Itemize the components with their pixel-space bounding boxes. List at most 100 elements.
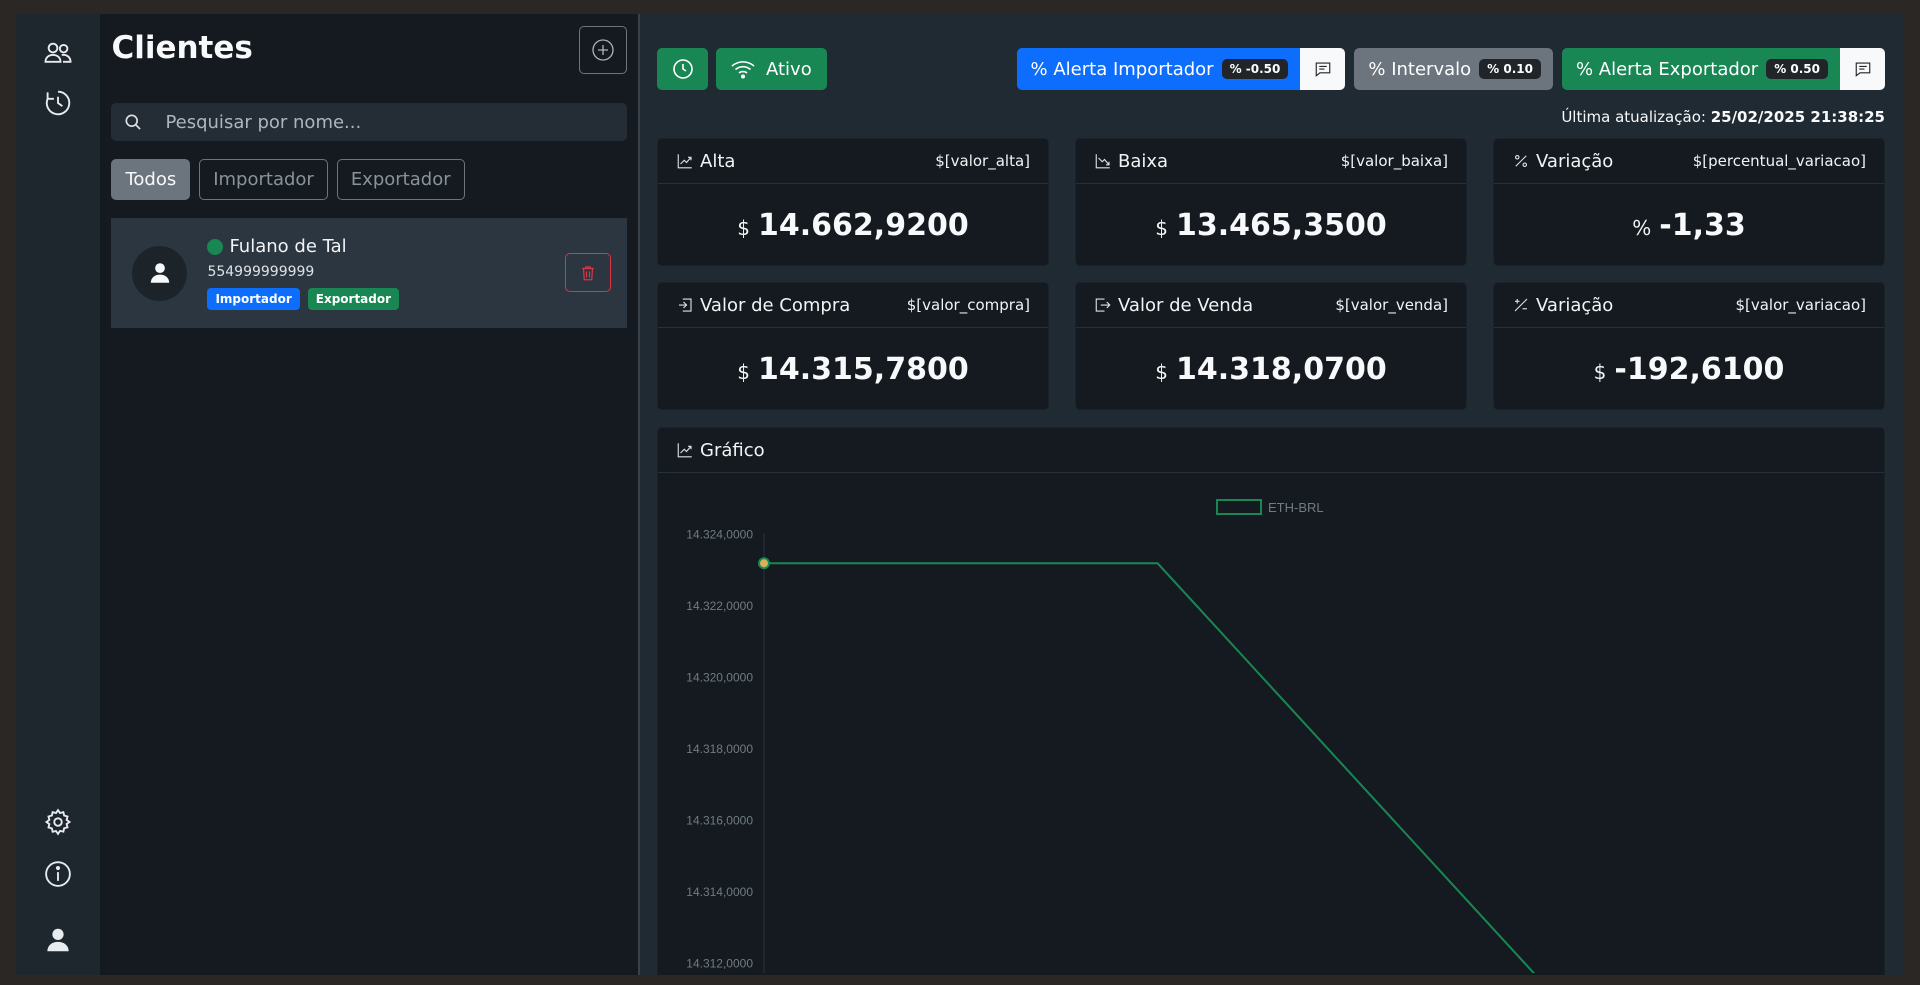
message-icon <box>1315 62 1331 77</box>
card-template: $[percentual_variacao] <box>1692 152 1866 170</box>
history-icon <box>46 90 71 116</box>
avatar <box>132 245 188 301</box>
nav-settings-button[interactable] <box>40 807 76 837</box>
series-eth-brl <box>758 557 1536 973</box>
dashboard: Ativo % Alerta Importador % -0.50 % Inte… <box>640 14 1903 975</box>
trash-icon <box>582 265 595 280</box>
percent-icon <box>1514 154 1528 168</box>
card-valor-venda: Valor de Venda $[valor_venda] $ 14.318,0… <box>1075 282 1467 410</box>
search-input[interactable] <box>165 111 606 133</box>
client-filters: Todos Importador Exportador <box>111 159 627 200</box>
y-tick-label: 14.314,0000 <box>686 885 753 899</box>
clients-title: Clientes <box>111 30 253 66</box>
card-value: 14.315,7800 <box>758 351 969 387</box>
card-template: $[valor_venda] <box>1335 296 1448 314</box>
card-template: $[valor_alta] <box>935 152 1030 170</box>
app-window: Clientes Todos Importador Exportador Ful… <box>16 14 1903 975</box>
client-phone: 554999999999 <box>207 264 315 280</box>
card-unit: $ <box>1593 360 1607 384</box>
y-tick-label: 14.322,0000 <box>686 599 753 613</box>
plus-circle-icon <box>592 39 614 61</box>
last-update: Última atualização: 25/02/2025 21:38:25 <box>657 108 1885 128</box>
card-alta: Alta $[valor_alta] $ 14.662,9200 <box>657 138 1049 266</box>
chart-icon <box>677 443 692 458</box>
exporter-alert-label: % Alerta Exportador <box>1575 58 1759 80</box>
card-value: 13.465,3500 <box>1176 207 1387 243</box>
card-title: Valor de Compra <box>700 294 851 316</box>
y-tick-label: 14.318,0000 <box>686 742 753 756</box>
box-arrow-in-icon <box>679 298 692 312</box>
card-unit: $ <box>1155 360 1169 384</box>
card-unit: $ <box>737 216 751 240</box>
message-icon <box>1855 62 1870 77</box>
card-template: $[valor_baixa] <box>1340 152 1448 170</box>
connection-status-label: Ativo <box>766 58 812 80</box>
importer-alert-value: % -0.50 <box>1221 59 1289 79</box>
y-axis: 14.324,0000 14.322,0000 14.320,0000 14.318,… <box>686 528 753 971</box>
y-tick-label: 14.320,0000 <box>686 671 753 685</box>
exporter-alert-button[interactable]: % Alerta Exportador % 0.50 <box>1561 48 1840 90</box>
add-client-button[interactable] <box>579 26 628 74</box>
box-arrow-out-icon <box>1095 298 1111 312</box>
card-value: -1,33 <box>1659 207 1746 243</box>
nav-clients-button[interactable] <box>40 38 76 68</box>
filter-exportador[interactable]: Exportador <box>336 159 465 200</box>
interval-button[interactable]: % Intervalo % 0.10 <box>1354 48 1553 90</box>
nav-history-button[interactable] <box>40 88 76 118</box>
icon-sidebar <box>16 14 101 975</box>
online-status-indicator <box>207 238 224 255</box>
info-icon <box>45 861 72 887</box>
toolbar: Ativo % Alerta Importador % -0.50 % Inte… <box>657 48 1885 90</box>
schedule-button[interactable] <box>657 48 708 90</box>
y-tick-label: 14.316,0000 <box>686 813 753 827</box>
card-value: 14.318,0700 <box>1176 351 1387 387</box>
last-update-label: Última atualização: <box>1561 108 1706 126</box>
card-valor-compra: Valor de Compra $[valor_compra] $ 14.315… <box>657 282 1049 410</box>
card-percentual-variacao: Variação $[percentual_variacao] % -1,33 <box>1493 138 1885 266</box>
card-template: $[valor_variacao] <box>1735 296 1866 314</box>
card-valor-variacao: Variação $[valor_variacao] $ -192,6100 <box>1493 282 1885 410</box>
client-name: Fulano de Tal <box>229 236 347 257</box>
data-point[interactable] <box>758 557 770 570</box>
interval-label: % Intervalo <box>1368 58 1472 80</box>
chart-card: Gráfico ETH-BRL 14.324,0000 14.322,0000 14… <box>657 427 1885 975</box>
card-unit: % <box>1632 216 1652 240</box>
client-list-item[interactable]: Fulano de Tal 554999999999 Importador Ex… <box>111 218 628 328</box>
importer-alert-group: % Alerta Importador % -0.50 <box>1016 48 1346 90</box>
trend-down-icon <box>1095 154 1110 169</box>
search-box <box>111 103 628 141</box>
search-icon <box>125 114 142 130</box>
y-tick-label: 14.312,0000 <box>686 956 753 970</box>
badge-exportador: Exportador <box>307 288 400 310</box>
card-title: Variação <box>1536 150 1614 172</box>
importer-message-button[interactable] <box>1300 48 1346 90</box>
card-title: Alta <box>700 150 736 172</box>
delete-client-button[interactable] <box>565 253 612 292</box>
exporter-message-button[interactable] <box>1840 48 1885 90</box>
connection-status-button[interactable]: Ativo <box>716 48 827 90</box>
card-unit: $ <box>737 360 751 384</box>
exporter-alert-group: % Alerta Exportador % 0.50 <box>1561 48 1885 90</box>
filter-importador[interactable]: Importador <box>199 159 328 200</box>
clock-icon <box>672 59 693 79</box>
exporter-alert-value: % 0.50 <box>1766 59 1828 79</box>
gear-icon <box>45 808 72 836</box>
card-title: Valor de Venda <box>1118 294 1254 316</box>
interval-group: % Intervalo % 0.10 <box>1354 48 1553 90</box>
card-value: 14.662,9200 <box>758 207 969 243</box>
card-title: Variação <box>1536 294 1614 316</box>
nav-profile-button[interactable] <box>40 925 76 955</box>
importer-alert-button[interactable]: % Alerta Importador % -0.50 <box>1016 48 1301 90</box>
nav-info-button[interactable] <box>40 859 76 889</box>
card-baixa: Baixa $[valor_baixa] $ 13.465,3500 <box>1075 138 1467 266</box>
price-chart: ETH-BRL 14.324,0000 14.322,0000 14.320,000… <box>686 499 1536 973</box>
chart-legend[interactable]: ETH-BRL <box>1216 499 1324 515</box>
user-icon <box>47 928 69 952</box>
badge-importador: Importador <box>207 288 300 310</box>
interval-value: % 0.10 <box>1479 59 1541 79</box>
user-icon <box>150 263 170 283</box>
card-template: $[valor_compra] <box>906 296 1030 314</box>
y-tick-label: 14.324,0000 <box>686 528 753 542</box>
legend-label: ETH-BRL <box>1268 500 1324 515</box>
filter-todos[interactable]: Todos <box>111 159 191 200</box>
